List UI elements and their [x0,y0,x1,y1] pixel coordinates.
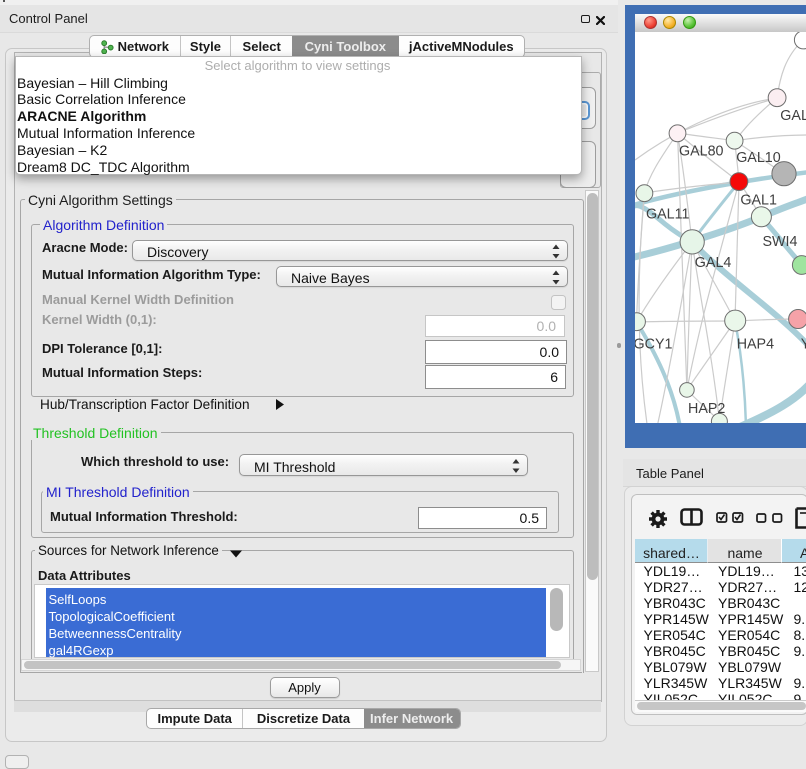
svg-text:GAL1: GAL1 [740,192,777,208]
svg-text:GAL11: GAL11 [646,206,689,222]
svg-text:SWI4: SWI4 [763,234,798,250]
svg-text:HAP2: HAP2 [688,401,725,417]
svg-text:GCY1: GCY1 [635,336,672,352]
svg-text:GAL7: GAL7 [780,108,806,124]
svg-text:GAL10: GAL10 [736,150,781,166]
svg-text:Y: Y [801,336,806,352]
svg-text:HAP4: HAP4 [737,336,774,352]
svg-text:GAL4: GAL4 [695,255,732,271]
svg-text:GAL80: GAL80 [679,143,724,159]
